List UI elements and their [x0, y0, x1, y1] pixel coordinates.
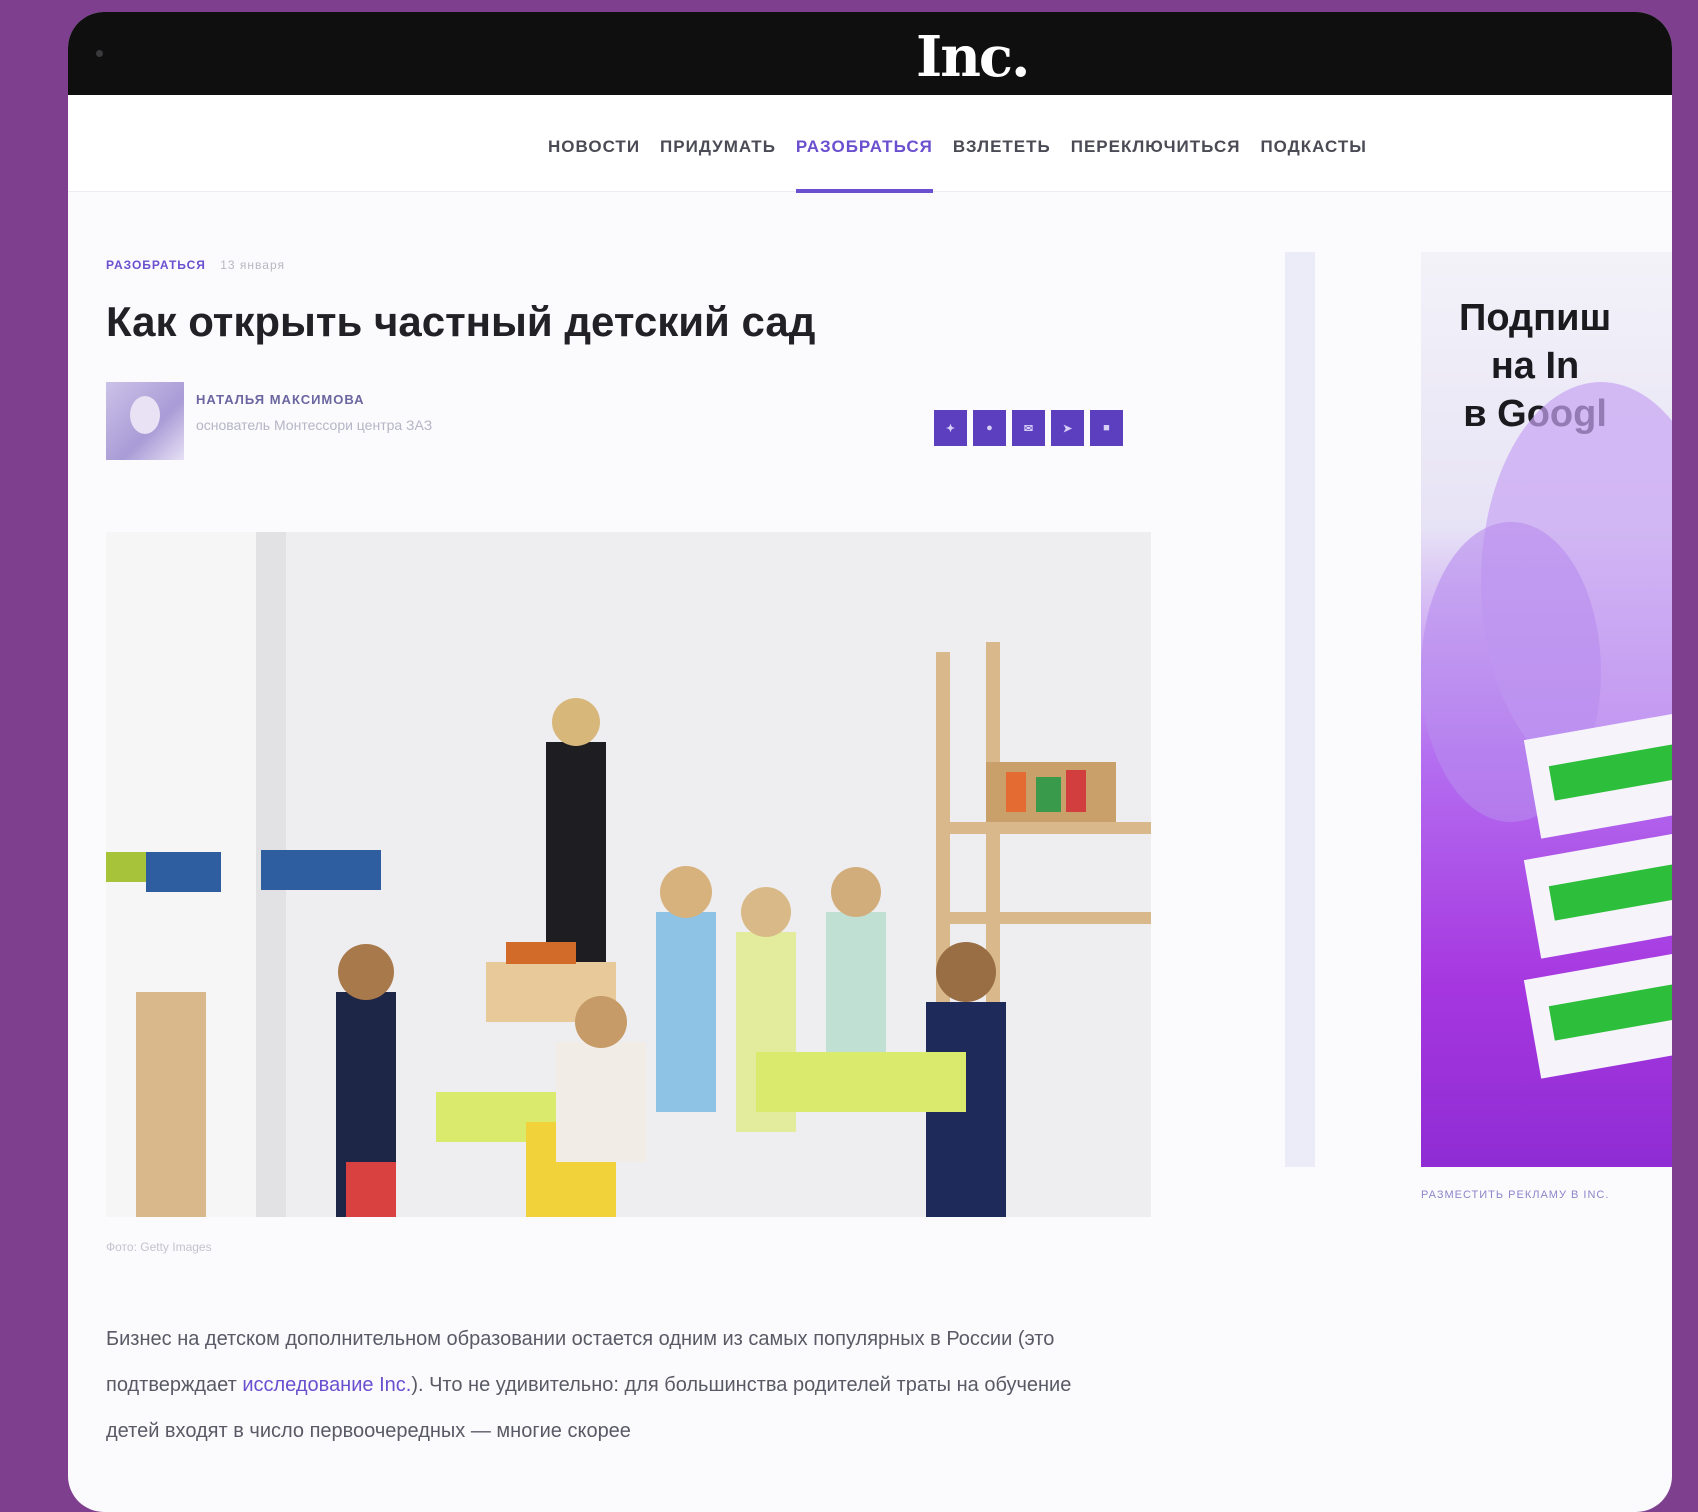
article-kicker: РАЗОБРАТЬСЯ 13 января	[106, 258, 285, 272]
vk-icon[interactable]: ●	[973, 410, 1006, 446]
site-logo[interactable]: Inc.	[916, 24, 1031, 90]
photo-caption: Фото: Getty Images	[106, 1240, 212, 1254]
article-section-link[interactable]: РАЗОБРАТЬСЯ	[106, 258, 206, 272]
article-title: Как открыть частный детский сад	[106, 298, 816, 345]
nav-item-takeoff[interactable]: ВЗЛЕТЕТЬ	[953, 137, 1051, 157]
sidebar-strip	[1285, 252, 1315, 1167]
site-header: Inc.	[68, 12, 1672, 95]
author-block: НАТАЛЬЯ МАКСИМОВА основатель Монтессори …	[196, 392, 496, 437]
ad-magazine-illustration	[1421, 382, 1672, 1079]
author-role: основатель Монтессори центра ЗАЗ	[196, 417, 433, 433]
ad-banner[interactable]: Подпиш на In в Googl	[1421, 252, 1672, 1167]
article-date: 13 января	[220, 258, 286, 272]
nav-item-invent[interactable]: ПРИДУМАТЬ	[660, 137, 776, 157]
author-name[interactable]: НАТАЛЬЯ МАКСИМОВА	[196, 392, 496, 407]
facebook-icon[interactable]: ■	[1090, 410, 1123, 446]
share-buttons: ✦ ● ✉ ➤ ■	[934, 410, 1123, 446]
twitter-icon[interactable]: ✦	[934, 410, 967, 446]
email-icon[interactable]: ✉	[1012, 410, 1045, 446]
ad-footer-link[interactable]: РАЗМЕСТИТЬ РЕКЛАМУ В INC.	[1421, 1189, 1609, 1201]
classroom-illustration	[106, 532, 1151, 1217]
article-body: Бизнес на детском дополнительном образов…	[106, 1316, 1096, 1454]
nav-item-switch[interactable]: ПЕРЕКЛЮЧИТЬСЯ	[1071, 137, 1241, 157]
telegram-icon[interactable]: ➤	[1051, 410, 1084, 446]
nav-item-understand[interactable]: РАЗОБРАТЬСЯ	[795, 137, 933, 193]
header-dot	[96, 50, 103, 57]
research-link[interactable]: исследование Inc.	[242, 1374, 411, 1396]
nav-item-news[interactable]: НОВОСТИ	[548, 137, 640, 157]
browser-window: Inc. НОВОСТИ ПРИДУМАТЬ РАЗОБРАТЬСЯ ВЗЛЕТ…	[68, 12, 1672, 1512]
nav-item-podcasts[interactable]: ПОДКАСТЫ	[1260, 137, 1366, 157]
main-nav: НОВОСТИ ПРИДУМАТЬ РАЗОБРАТЬСЯ ВЗЛЕТЕТЬ П…	[68, 95, 1672, 193]
avatar-face	[130, 396, 160, 434]
author-avatar[interactable]	[106, 382, 184, 460]
article-photo	[106, 532, 1151, 1217]
